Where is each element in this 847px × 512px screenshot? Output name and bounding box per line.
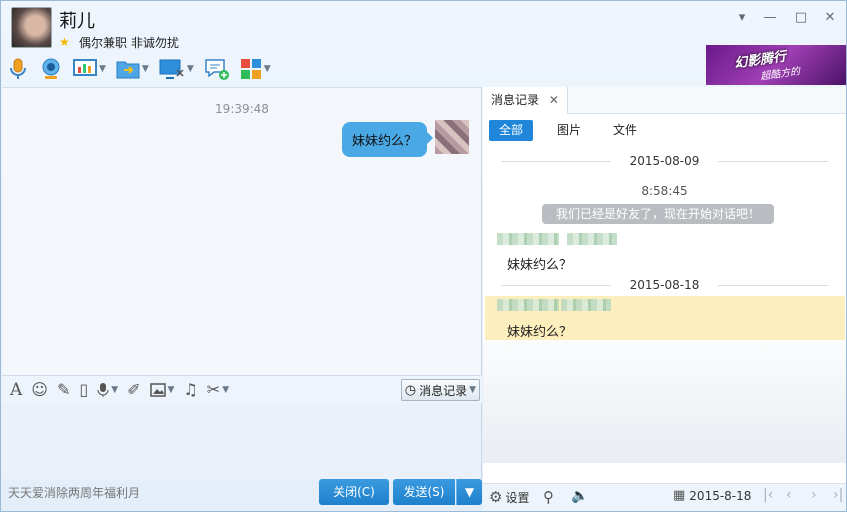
ad-banner[interactable]: 幻影腾行 超酷方的 bbox=[706, 45, 846, 85]
blurred-sender bbox=[497, 233, 559, 245]
blurred-time bbox=[561, 299, 611, 311]
emoji-icon[interactable]: ☺ bbox=[31, 380, 48, 399]
contact-signature: 偶尔兼职 非诚勿扰 bbox=[79, 36, 179, 50]
chevron-down-icon[interactable]: ▼ bbox=[222, 385, 229, 395]
microphone-icon bbox=[97, 382, 109, 397]
chat-window: 莉儿 ★ 偶尔兼职 非诚勿扰 ▾ — □ ✕ ▼ ▼ ▼ ▼ 幻影腾行 超酷方的… bbox=[0, 0, 847, 512]
promo-link[interactable]: 天天爱消除两周年福利月 bbox=[8, 484, 140, 501]
header: 莉儿 ★ 偶尔兼职 非诚勿扰 ▾ — □ ✕ ▼ ▼ ▼ ▼ 幻影腾行 超酷方的 bbox=[1, 1, 846, 87]
history-message[interactable]: 妹妹约么？ bbox=[507, 254, 572, 273]
maximize-button[interactable]: □ bbox=[792, 9, 810, 27]
video-call-button[interactable] bbox=[39, 56, 63, 82]
gear-icon: ⚙ bbox=[489, 488, 503, 506]
history-message[interactable]: 妹妹约么？ bbox=[507, 321, 572, 340]
screen-share-button[interactable]: ▼ bbox=[159, 56, 194, 82]
filter-files[interactable]: 文件 bbox=[603, 120, 647, 141]
microphone-icon bbox=[10, 58, 26, 79]
message-history-button[interactable]: ◷ 消息记录 ▼ bbox=[400, 379, 480, 401]
filter-all[interactable]: 全部 bbox=[489, 120, 534, 141]
minimize-button[interactable]: — bbox=[761, 9, 779, 27]
first-page-icon[interactable]: |‹ bbox=[763, 487, 773, 503]
chevron-down-icon[interactable]: ▼ bbox=[99, 64, 106, 74]
my-avatar[interactable] bbox=[435, 120, 469, 154]
date-value: 2015-8-18 bbox=[689, 488, 752, 503]
date-separator: 2015-08-09 bbox=[483, 154, 846, 168]
next-page-icon[interactable]: › bbox=[811, 487, 817, 503]
last-page-icon[interactable]: ›| bbox=[833, 487, 843, 503]
tab-label: 消息记录 bbox=[491, 93, 540, 107]
chat-add-icon bbox=[205, 59, 229, 80]
magic-wand-icon[interactable]: ✎ bbox=[57, 380, 70, 399]
close-button[interactable]: 关闭(C) bbox=[319, 479, 389, 505]
presentation-icon bbox=[73, 59, 97, 76]
close-icon[interactable]: ✕ bbox=[549, 93, 559, 107]
send-file-button[interactable]: ▼ bbox=[116, 56, 149, 82]
filter-images[interactable]: 图片 bbox=[547, 120, 591, 141]
create-discussion-button[interactable] bbox=[204, 56, 230, 82]
send-options-button[interactable]: ▼ bbox=[456, 479, 482, 505]
history-footer: ⚙ 设置 ⚲ 🔈 ▦ 2015-8-18 |‹ ‹ › ›| bbox=[483, 483, 846, 511]
date-picker[interactable]: ▦ 2015-8-18 bbox=[673, 488, 751, 503]
font-icon[interactable]: A bbox=[10, 380, 22, 400]
monitor-icon bbox=[159, 59, 184, 79]
calendar-icon: ▦ bbox=[673, 488, 686, 503]
voice-call-button[interactable] bbox=[7, 56, 29, 82]
contact-avatar[interactable] bbox=[11, 7, 52, 48]
blurred-time bbox=[567, 233, 617, 245]
message-input[interactable] bbox=[2, 403, 482, 479]
apps-grid-icon bbox=[240, 59, 261, 79]
date-separator: 2015-08-18 bbox=[483, 278, 846, 292]
voice-message-icon[interactable]: ▼ bbox=[97, 382, 118, 398]
message-timestamp: 19:39:48 bbox=[215, 102, 269, 116]
clock-icon: ◷ bbox=[404, 382, 417, 398]
input-toolbar: A ☺ ✎ ▯ ▼ ✐ ▼ ♫ ✂ ▼ ◷ 消息记录 ▼ bbox=[2, 375, 482, 403]
chevron-down-icon[interactable]: ▼ bbox=[187, 64, 194, 74]
contact-name[interactable]: 莉儿 bbox=[59, 7, 95, 33]
image-icon[interactable]: ▼ bbox=[149, 382, 175, 397]
chevron-down-icon[interactable]: ▼ bbox=[168, 385, 175, 395]
star-icon: ★ bbox=[59, 35, 70, 49]
chevron-down-icon[interactable]: ▼ bbox=[111, 385, 118, 395]
chevron-down-icon: ▼ bbox=[464, 485, 475, 499]
screenshot-scissors-icon[interactable]: ✂ ▼ bbox=[207, 380, 229, 399]
search-icon[interactable]: ⚲ bbox=[543, 488, 554, 506]
webcam-icon bbox=[42, 58, 60, 79]
settings-button[interactable]: ⚙ 设置 bbox=[489, 488, 529, 506]
folder-icon bbox=[116, 61, 140, 79]
blurred-sender bbox=[497, 299, 559, 311]
chevron-down-icon: ▼ bbox=[469, 385, 476, 395]
apps-button[interactable]: ▼ bbox=[240, 56, 271, 82]
message-history-label: 消息记录 bbox=[419, 383, 468, 398]
chat-toolbar: ▼ ▼ ▼ ▼ bbox=[7, 55, 281, 83]
prev-page-icon[interactable]: ‹ bbox=[786, 487, 792, 503]
picture-icon bbox=[149, 382, 166, 397]
message-history-panel: 消息记录 ✕ 全部 图片 文件 2015-08-09 8:58:45 我们已经是… bbox=[483, 87, 846, 483]
send-button[interactable]: 发送(S) bbox=[393, 479, 455, 505]
speaker-icon[interactable]: 🔈 bbox=[571, 488, 588, 504]
edit-icon[interactable]: ✐ bbox=[127, 380, 140, 399]
chevron-down-icon[interactable]: ▼ bbox=[264, 64, 271, 74]
chevron-down-icon[interactable]: ▼ bbox=[142, 64, 149, 74]
system-message: 我们已经是好友了，现在开始对话吧！ bbox=[542, 204, 774, 224]
system-time: 8:58:45 bbox=[641, 184, 688, 198]
window-shake-icon[interactable]: ▯ bbox=[79, 380, 88, 399]
settings-label: 设置 bbox=[505, 490, 530, 505]
history-tab-bar: 消息记录 ✕ bbox=[483, 87, 846, 114]
dropdown-icon[interactable]: ▾ bbox=[733, 9, 751, 27]
close-window-button[interactable]: ✕ bbox=[821, 9, 839, 27]
message-bubble[interactable]: 妹妹约么？ bbox=[341, 122, 434, 157]
tab-message-history[interactable]: 消息记录 ✕ bbox=[483, 87, 568, 114]
music-icon[interactable]: ♫ bbox=[183, 380, 197, 399]
chat-message-area[interactable]: 19:39:48 妹妹约么？ bbox=[2, 87, 482, 375]
remote-desktop-button[interactable]: ▼ bbox=[73, 56, 106, 82]
